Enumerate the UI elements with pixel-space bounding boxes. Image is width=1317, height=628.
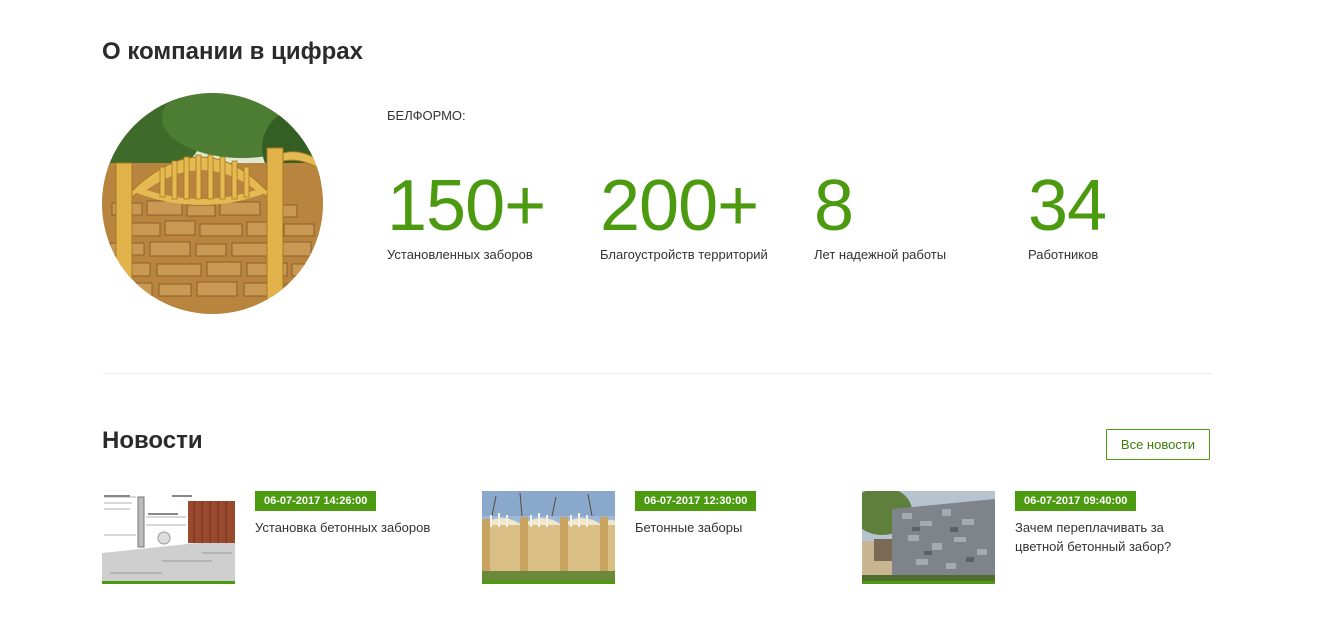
- stat-employees: 34 Работников: [1028, 166, 1107, 262]
- stat-value: 8: [814, 166, 854, 246]
- about-section-title: О компании в цифрах: [102, 38, 363, 65]
- news-item: 06-07-2017 09:40:00 Зачем переплачивать …: [862, 491, 1222, 585]
- stat-value: 150+: [387, 166, 546, 246]
- company-name-label: БЕЛФОРМО:: [387, 108, 466, 123]
- news-date-badge: 06-07-2017 14:26:00: [255, 491, 377, 511]
- news-thumbnail[interactable]: [482, 491, 615, 584]
- news-thumbnail[interactable]: [102, 491, 235, 584]
- stat-value: 200+: [600, 166, 759, 246]
- news-thumbnail[interactable]: [862, 491, 995, 584]
- news-title-link[interactable]: Зачем переплачивать за цветной бетонный …: [1015, 518, 1200, 556]
- news-item: 06-07-2017 14:26:00 Установка бетонных з…: [102, 491, 462, 585]
- news-date-badge: 06-07-2017 12:30:00: [635, 491, 757, 511]
- stat-label: Лет надежной работы: [814, 247, 947, 262]
- stat-landscaping: 200+ Благоустройств территорий: [600, 166, 768, 262]
- stat-label: Благоустройств территорий: [600, 247, 768, 262]
- news-title-link[interactable]: Установка бетонных заборов: [255, 518, 440, 537]
- news-item: 06-07-2017 12:30:00 Бетонные заборы: [482, 491, 842, 585]
- section-divider: [102, 373, 1212, 374]
- stat-fences-installed: 150+ Установленных заборов: [387, 166, 546, 262]
- news-title-link[interactable]: Бетонные заборы: [635, 518, 820, 537]
- all-news-button[interactable]: Все новости: [1106, 429, 1210, 460]
- news-section-title: Новости: [102, 427, 203, 454]
- stat-years: 8 Лет надежной работы: [814, 166, 946, 262]
- stat-value: 34: [1028, 166, 1107, 246]
- news-date-badge: 06-07-2017 09:40:00: [1015, 491, 1137, 511]
- stat-label: Установленных заборов: [387, 247, 533, 262]
- company-photo: [102, 93, 323, 314]
- stat-label: Работников: [1028, 247, 1099, 262]
